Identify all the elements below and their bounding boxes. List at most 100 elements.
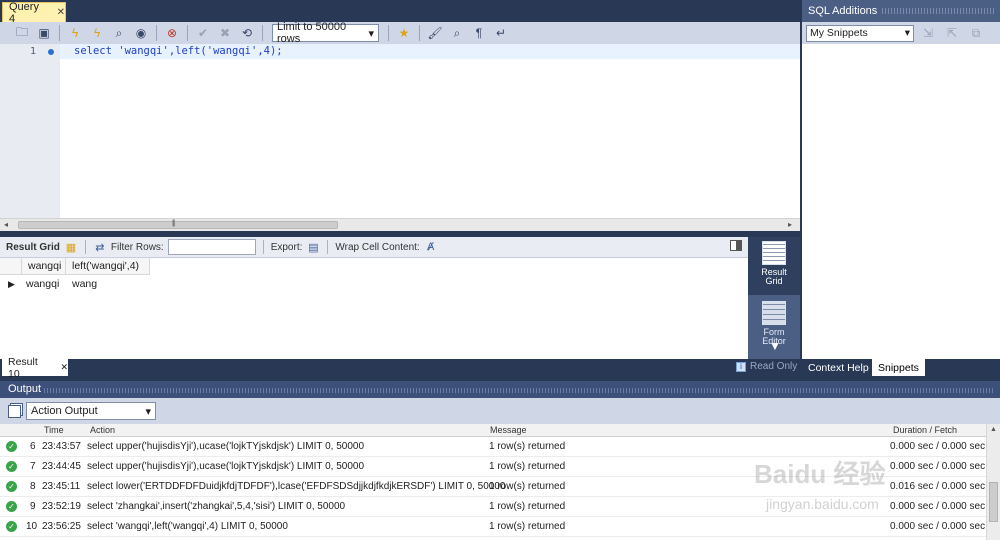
column-header-message[interactable]: Message xyxy=(490,425,527,435)
line-number: 1 xyxy=(30,46,37,57)
editor-gutter: 1 xyxy=(0,44,60,218)
grid-icon[interactable]: ▦ xyxy=(64,240,78,254)
wrap-cell-icon[interactable]: Ⱥ xyxy=(424,240,438,254)
explain-icon[interactable]: ⌕ xyxy=(109,24,129,42)
tab-context-help[interactable]: Context Help xyxy=(802,359,875,376)
scroll-thumb[interactable] xyxy=(989,482,998,522)
row-pointer-icon: ▶ xyxy=(8,278,15,289)
row-action: select 'zhangkai',insert('zhangkai',5,4,… xyxy=(87,501,346,512)
chevron-down-icon: ▾ xyxy=(145,405,151,418)
column-header-time[interactable]: Time xyxy=(44,425,64,435)
row-message: 1 row(s) returned xyxy=(489,501,566,512)
column-header-action[interactable]: Action xyxy=(90,425,115,435)
invisible-chars-icon[interactable]: ¶ xyxy=(469,24,489,42)
output-type-select[interactable]: Action Output ▾ xyxy=(26,402,156,420)
column-header-duration[interactable]: Duration / Fetch xyxy=(893,425,957,435)
grid-header: wangqi left('wangqi',4) xyxy=(0,258,150,275)
row-message: 1 row(s) returned xyxy=(489,521,566,532)
success-check-icon: ✓ xyxy=(6,441,17,452)
execute-icon[interactable]: ϟ xyxy=(65,24,85,42)
row-action: select 'wangqi',left('wangqi',4) LIMIT 0… xyxy=(87,521,288,532)
row-duration: 0.000 sec / 0.000 sec xyxy=(890,441,986,452)
read-only-indicator: i Read Only xyxy=(736,361,797,372)
grid-view-icon xyxy=(762,241,786,265)
toolbar-divider xyxy=(262,240,264,254)
row-time: 23:44:45 xyxy=(42,461,81,472)
scroll-right-icon[interactable]: ▸ xyxy=(788,220,792,229)
scroll-grip-icon: ||| xyxy=(172,220,176,227)
row-duration: 0.000 sec / 0.000 sec xyxy=(890,521,986,532)
table-row[interactable]: ✓ 10 23:56:25 select 'wangqi',left('wang… xyxy=(0,517,986,537)
row-duration: 0.000 sec / 0.000 sec xyxy=(890,501,986,512)
output-toolbar: Action Output ▾ xyxy=(0,398,1000,424)
grid-cell[interactable]: wang xyxy=(66,278,150,290)
refresh-icon[interactable]: ⇄ xyxy=(93,240,107,254)
bookmark-star-icon[interactable]: ★ xyxy=(394,24,414,42)
output-header: Output xyxy=(0,381,1000,398)
query-tab-strip: Query 4 ✕ xyxy=(0,0,800,25)
scroll-left-icon[interactable]: ◂ xyxy=(4,220,8,229)
toolbar-divider xyxy=(156,25,157,41)
copy-icon[interactable] xyxy=(8,404,21,418)
result-grid-view-button[interactable]: Result Grid xyxy=(748,237,800,295)
editor-horizontal-scrollbar[interactable]: ◂ ||| ▸ xyxy=(0,218,800,231)
commit-icon[interactable]: ✔ xyxy=(193,24,213,42)
snippets-select[interactable]: My Snippets ▾ xyxy=(806,24,914,42)
result-grid[interactable]: wangqi left('wangqi',4) ▶ wangqi wang xyxy=(0,258,748,359)
result-view-switcher: Result Grid Form Editor ▼ xyxy=(748,237,800,359)
result-tab[interactable]: Result 10 ✕ xyxy=(2,356,68,380)
scroll-up-icon[interactable]: ▲ xyxy=(990,426,997,433)
execute-current-icon[interactable]: ϟ xyxy=(87,24,107,42)
export-icon[interactable]: ▤ xyxy=(306,240,320,254)
replace-snippet-icon[interactable]: ⇱ xyxy=(942,24,962,42)
row-time: 23:52:19 xyxy=(42,501,81,512)
toggle-panel-icon[interactable] xyxy=(730,240,742,251)
result-grid-label: Result Grid xyxy=(6,241,60,253)
close-icon[interactable]: ✕ xyxy=(57,7,65,18)
form-editor-view-button[interactable]: Form Editor ▼ xyxy=(748,297,800,355)
result-grid-view-label: Result Grid xyxy=(761,267,787,286)
output-title: Output xyxy=(8,383,42,395)
output-type-value: Action Output xyxy=(31,405,98,417)
autocommit-icon[interactable]: ⟲ xyxy=(237,24,257,42)
limit-rows-value: Limit to 50000 rows xyxy=(277,21,347,45)
filter-rows-input[interactable] xyxy=(167,239,256,255)
stop-icon[interactable]: ◉ xyxy=(131,24,151,42)
beautify-icon[interactable]: 🖌 xyxy=(425,24,445,42)
export-label: Export: xyxy=(270,241,303,253)
find-icon[interactable]: ⌕ xyxy=(447,24,467,42)
result-tab-label: Result 10 xyxy=(8,355,38,380)
insert-snippet-icon[interactable]: ⇲ xyxy=(918,24,938,42)
copy-snippet-icon[interactable]: ⧉ xyxy=(966,24,986,42)
toolbar-divider xyxy=(187,25,188,41)
output-vertical-scrollbar[interactable]: ▲ xyxy=(986,424,1000,540)
scroll-thumb[interactable] xyxy=(18,221,338,229)
row-number: 10 xyxy=(26,521,38,532)
row-number: 7 xyxy=(30,461,36,472)
sql-additions-panel: SQL Additions My Snippets ▾ ⇲ ⇱ ⧉ xyxy=(802,0,1000,359)
word-wrap-icon[interactable]: ↵ xyxy=(491,24,511,42)
row-action: select lower('ERTDDFDFDuidjkfdjTDFDF'),l… xyxy=(87,481,506,492)
open-file-icon[interactable]: 🗀 xyxy=(12,24,32,42)
grid-cell[interactable]: wangqi xyxy=(22,278,66,290)
editor-toolbar: 🗀 ▣ ϟ ϟ ⌕ ◉ ⊗ ✔ ✖ ⟲ Limit to 50000 rows … xyxy=(0,21,800,45)
sql-editor[interactable]: 1 select 'wangqi',left('wangqi',4); xyxy=(0,44,800,218)
chevron-down-icon[interactable]: ▼ xyxy=(769,340,781,352)
column-header[interactable]: wangqi xyxy=(22,258,66,275)
editor-code-line[interactable]: select 'wangqi',left('wangqi',4); xyxy=(74,45,283,57)
save-icon[interactable]: ▣ xyxy=(34,24,54,42)
query-tab-label: Query 4 xyxy=(9,0,39,25)
close-icon[interactable]: ✕ xyxy=(60,362,68,373)
read-only-label: Read Only xyxy=(750,361,798,372)
success-check-icon: ✓ xyxy=(6,501,17,512)
table-row[interactable]: ▶ wangqi wang xyxy=(0,275,150,293)
snippets-toolbar: My Snippets ▾ ⇲ ⇱ ⧉ xyxy=(802,22,1000,44)
toolbar-divider xyxy=(59,25,60,41)
tab-snippets[interactable]: Snippets xyxy=(872,359,925,376)
column-header[interactable]: left('wangqi',4) xyxy=(66,258,150,275)
rollback-icon[interactable]: ✖ xyxy=(215,24,235,42)
toggle-error-icon[interactable]: ⊗ xyxy=(162,24,182,42)
limit-rows-select[interactable]: Limit to 50000 rows ▾ xyxy=(272,21,379,45)
sql-additions-title: SQL Additions xyxy=(808,5,878,17)
query-tab[interactable]: Query 4 ✕ xyxy=(2,0,66,25)
